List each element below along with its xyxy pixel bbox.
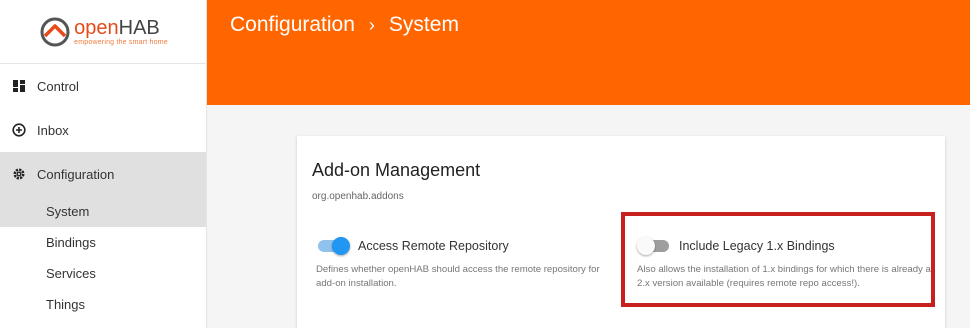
- brand-name: openHAB: [74, 16, 160, 39]
- openhab-logo-icon: [40, 17, 70, 46]
- sidebar-subitem-bindings[interactable]: Bindings: [0, 227, 206, 258]
- option-description: Defines whether openHAB should access th…: [316, 264, 600, 289]
- sidebar-item-label: Inbox: [37, 122, 69, 138]
- breadcrumb-separator: ›: [368, 14, 375, 35]
- sidebar-subitem-things[interactable]: Things: [0, 289, 206, 320]
- dashboard-icon: [12, 79, 26, 93]
- sidebar: openHAB empowering the smart home Contro…: [0, 0, 207, 328]
- page-title: System: [388, 13, 459, 36]
- card-subtitle: org.openhab.addons: [312, 191, 404, 202]
- option-label: Access Remote Repository: [358, 239, 509, 253]
- sidebar-item-label: Control: [37, 78, 79, 94]
- highlight-box: [621, 212, 935, 307]
- gear-icon: [12, 167, 26, 181]
- remote-repository-toggle[interactable]: [316, 236, 350, 256]
- sidebar-subitem-services[interactable]: Services: [0, 258, 206, 289]
- configuration-submenu: System Bindings Services Things: [0, 196, 206, 320]
- breadcrumb-section[interactable]: Configuration: [230, 13, 355, 37]
- add-circle-icon: [12, 123, 26, 137]
- brand-tagline: empowering the smart home: [74, 38, 168, 46]
- option-remote-repository: Access Remote Repository Defines whether…: [316, 236, 616, 291]
- page-header: Configuration › System: [207, 0, 970, 105]
- sidebar-item-label: Configuration: [37, 166, 115, 182]
- sidebar-item-configuration[interactable]: Configuration: [0, 152, 206, 196]
- breadcrumb: Configuration › System: [230, 13, 459, 37]
- sidebar-subitem-system[interactable]: System: [0, 196, 206, 227]
- sidebar-item-control[interactable]: Control: [0, 64, 206, 108]
- sidebar-item-inbox[interactable]: Inbox: [0, 108, 206, 152]
- logo[interactable]: openHAB empowering the smart home: [0, 0, 206, 64]
- card-title: Add-on Management: [312, 160, 481, 180]
